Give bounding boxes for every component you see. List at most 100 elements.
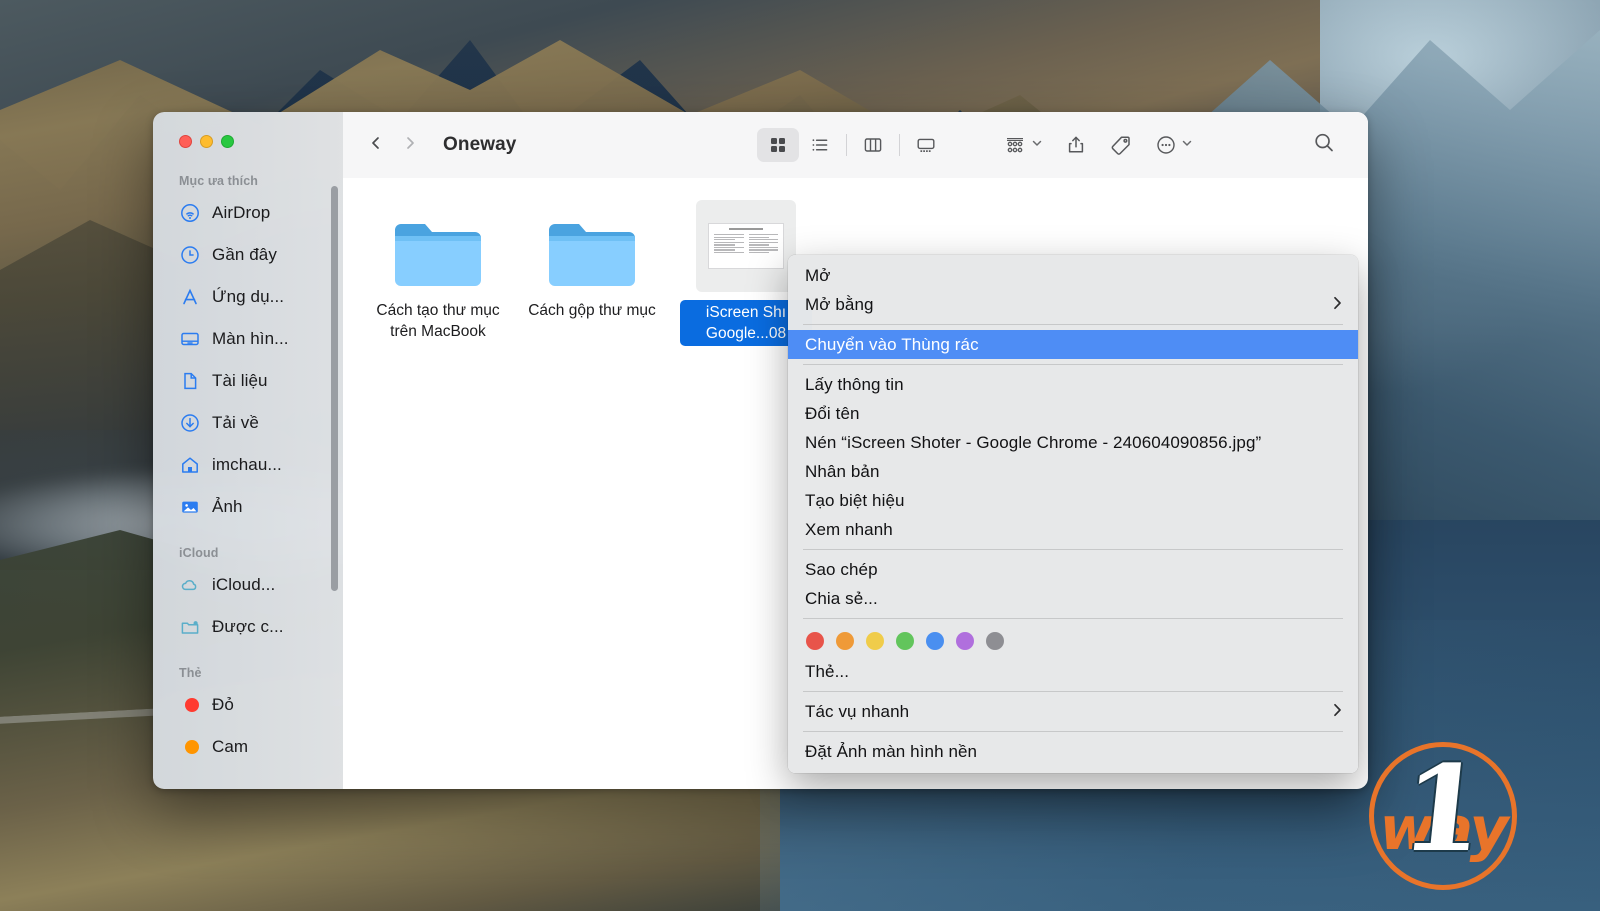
sidebar-item-shared[interactable]: Được c... [153, 606, 343, 648]
toolbar-actions [1003, 133, 1193, 157]
sidebar-item-label: imchau... [212, 455, 282, 474]
tag-color-green[interactable] [896, 632, 914, 650]
sidebar-item-recents[interactable]: Gần đây [153, 234, 343, 276]
menu-item-tags[interactable]: Thẻ... [788, 657, 1358, 686]
cloud-icon [179, 574, 201, 596]
minimize-button[interactable] [200, 135, 213, 148]
tags-button[interactable] [1109, 133, 1133, 157]
menu-item-open-with[interactable]: Mở bằng [788, 290, 1358, 319]
tag-color-yellow[interactable] [866, 632, 884, 650]
menu-item-make-alias[interactable]: Tạo biệt hiệu [788, 486, 1358, 515]
desktop-icon [179, 328, 201, 350]
close-button[interactable] [179, 135, 192, 148]
menu-item-copy[interactable]: Sao chép [788, 555, 1358, 584]
tag-color-orange[interactable] [836, 632, 854, 650]
sidebar-item-label: Ứng dụ... [212, 287, 285, 306]
photos-icon [179, 496, 201, 518]
sidebar-item-documents[interactable]: Tài liệu [153, 360, 343, 402]
navigation-buttons [369, 136, 417, 155]
icon-view-button[interactable] [757, 128, 799, 162]
chevron-right-icon [1333, 296, 1342, 314]
search-button[interactable] [1312, 131, 1336, 160]
menu-separator [803, 364, 1343, 365]
clock-icon [179, 244, 201, 266]
tag-color-blue[interactable] [926, 632, 944, 650]
chevron-down-icon [1181, 136, 1193, 154]
sidebar-item-icloud-drive[interactable]: iCloud... [153, 564, 343, 606]
sidebar: Mục ưa thích AirDrop Gần đây Ứng dụ... M… [153, 112, 343, 789]
sidebar-scrollbar[interactable] [331, 186, 338, 591]
menu-separator [803, 731, 1343, 732]
menu-item-open[interactable]: Mở [788, 261, 1358, 290]
menu-separator [803, 324, 1343, 325]
group-by-button[interactable] [1003, 133, 1043, 157]
menu-item-get-info[interactable]: Lấy thông tin [788, 370, 1358, 399]
tag-dot-red-icon [179, 694, 201, 716]
sidebar-item-applications[interactable]: Ứng dụ... [153, 276, 343, 318]
sidebar-section-tags-header: Thẻ [179, 666, 202, 680]
tag-color-purple[interactable] [956, 632, 974, 650]
sidebar-item-tag-red[interactable]: Đỏ [153, 684, 343, 726]
file-item-folder[interactable]: Cách tạo thư mục trên MacBook [369, 200, 507, 346]
document-icon [179, 370, 201, 392]
sidebar-section-favorites-header: Mục ưa thích [179, 174, 259, 188]
menu-item-share[interactable]: Chia sẻ... [788, 584, 1358, 613]
sidebar-item-label: AirDrop [212, 203, 271, 222]
airdrop-icon [179, 202, 201, 224]
page-title: Oneway [443, 134, 517, 155]
menu-item-duplicate[interactable]: Nhân bản [788, 457, 1358, 486]
folder-icon [391, 200, 485, 292]
sidebar-item-airdrop[interactable]: AirDrop [153, 192, 343, 234]
tag-dot-orange-icon [179, 736, 201, 758]
home-icon [179, 454, 201, 476]
sidebar-item-tag-orange[interactable]: Cam [153, 726, 343, 768]
window-controls [179, 135, 234, 148]
sidebar-item-label: Gần đây [212, 245, 277, 264]
menu-separator [803, 618, 1343, 619]
sidebar-item-label: Được c... [212, 617, 284, 636]
more-button[interactable] [1155, 134, 1193, 156]
menu-item-compress[interactable]: Nén “iScreen Shoter - Google Chrome - 24… [788, 428, 1358, 457]
menu-item-set-desktop-picture[interactable]: Đặt Ảnh màn hình nền [788, 737, 1358, 766]
image-thumbnail [696, 200, 796, 292]
sidebar-item-desktop[interactable]: Màn hìn... [153, 318, 343, 360]
sidebar-item-home[interactable]: imchau... [153, 444, 343, 486]
sidebar-section-icloud-header: iCloud [179, 546, 219, 560]
maximize-button[interactable] [221, 135, 234, 148]
menu-item-move-to-trash[interactable]: Chuyển vào Thùng rác [788, 330, 1358, 359]
applications-icon [179, 286, 201, 308]
back-button[interactable] [369, 136, 383, 155]
gallery-view-button[interactable] [905, 128, 947, 162]
sidebar-item-label: Tài liệu [212, 371, 268, 390]
menu-separator [803, 691, 1343, 692]
sidebar-scroll-area[interactable]: Mục ưa thích AirDrop Gần đây Ứng dụ... M… [153, 174, 343, 789]
sidebar-item-label: Ảnh [212, 497, 243, 516]
column-view-button[interactable] [852, 128, 894, 162]
sidebar-item-label: iCloud... [212, 575, 276, 594]
menu-separator [803, 549, 1343, 550]
download-icon [179, 412, 201, 434]
menu-item-quick-actions[interactable]: Tác vụ nhanh [788, 697, 1358, 726]
sidebar-item-label: Tải về [212, 413, 259, 432]
watermark-one-text: 1 [1394, 739, 1492, 878]
sidebar-item-label: Cam [212, 737, 249, 756]
sidebar-item-photos[interactable]: Ảnh [153, 486, 343, 528]
sidebar-item-downloads[interactable]: Tải về [153, 402, 343, 444]
file-name-label: Cách tạo thư mục trên MacBook [376, 302, 500, 340]
sidebar-item-label: Đỏ [212, 695, 234, 714]
view-switcher [757, 128, 947, 162]
forward-button[interactable] [403, 136, 417, 155]
menu-item-quick-look[interactable]: Xem nhanh [788, 515, 1358, 544]
chevron-down-icon [1031, 136, 1043, 154]
sidebar-item-label: Màn hìn... [212, 329, 289, 348]
menu-item-rename[interactable]: Đổi tên [788, 399, 1358, 428]
file-item-folder[interactable]: Cách gộp thư mục [523, 200, 661, 346]
toolbar-divider [846, 134, 847, 156]
share-button[interactable] [1065, 134, 1087, 156]
toolbar-divider [899, 134, 900, 156]
tag-color-gray[interactable] [986, 632, 1004, 650]
list-view-button[interactable] [799, 128, 841, 162]
tag-color-red[interactable] [806, 632, 824, 650]
